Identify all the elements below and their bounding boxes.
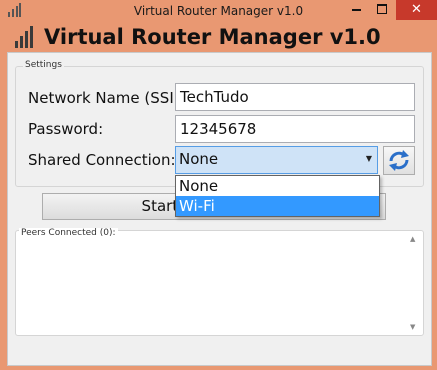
password-label: Password: bbox=[28, 120, 104, 138]
ssid-label: Network Name (SSID): bbox=[28, 89, 197, 107]
close-button[interactable]: ✕ bbox=[396, 0, 437, 20]
scroll-up-icon[interactable]: ▲ bbox=[410, 235, 415, 243]
title-bar: Virtual Router Manager v1.0 ✕ bbox=[0, 0, 437, 22]
ssid-input[interactable]: TechTudo bbox=[175, 83, 415, 111]
peers-group: Peers Connected (0): ▲ ▼ bbox=[15, 228, 424, 336]
app-header: Virtual Router Manager v1.0 bbox=[0, 22, 437, 52]
dropdown-option-wifi[interactable]: Wi-Fi bbox=[176, 196, 379, 216]
peers-group-label: Peers Connected (0): bbox=[19, 228, 118, 238]
window-title: Virtual Router Manager v1.0 bbox=[133, 4, 304, 18]
refresh-icon bbox=[389, 150, 409, 171]
scroll-down-icon[interactable]: ▼ bbox=[410, 323, 415, 331]
shared-connection-value: None bbox=[179, 150, 219, 168]
shared-connection-select[interactable]: None ▼ bbox=[175, 146, 378, 174]
settings-group-label: Settings bbox=[23, 60, 64, 70]
maximize-button[interactable] bbox=[377, 4, 387, 14]
minimize-button[interactable] bbox=[352, 9, 361, 11]
peers-scrollbar[interactable]: ▲ ▼ bbox=[409, 235, 421, 331]
shared-connection-label: Shared Connection: bbox=[28, 151, 176, 169]
refresh-button[interactable] bbox=[383, 146, 415, 175]
app-title: Virtual Router Manager v1.0 bbox=[44, 25, 381, 49]
chevron-down-icon: ▼ bbox=[365, 154, 372, 163]
password-input[interactable]: 12345678 bbox=[175, 115, 415, 143]
main-panel: Settings Network Name (SSID): TechTudo P… bbox=[7, 52, 432, 366]
dropdown-option-none[interactable]: None bbox=[176, 176, 379, 196]
antenna-icon bbox=[15, 26, 33, 48]
shared-connection-dropdown: None Wi-Fi bbox=[175, 175, 380, 217]
